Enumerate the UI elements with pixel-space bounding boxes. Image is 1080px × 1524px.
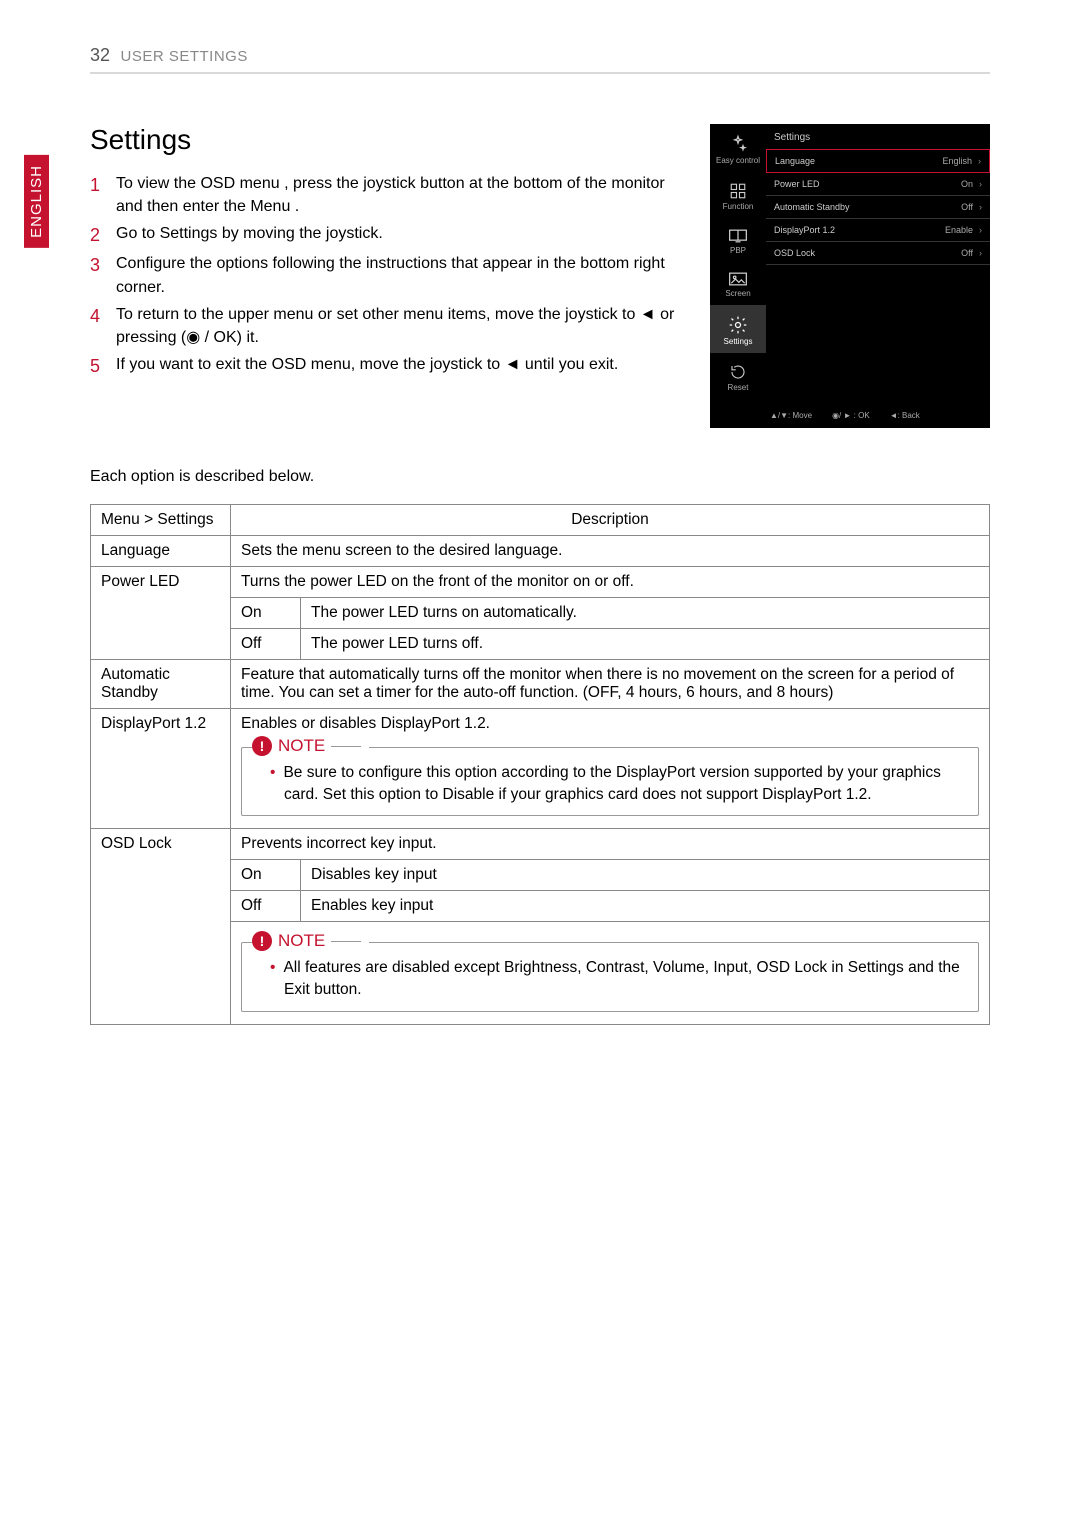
note-box: ! NOTE Be sure to configure this option … (241, 747, 979, 816)
grid-icon (729, 182, 747, 200)
osd-row-osd-lock[interactable]: OSD Lock Off› (766, 242, 990, 265)
chevron-right-icon: › (979, 248, 982, 258)
note-body: All features are disabled except Brightn… (260, 957, 966, 1000)
osd-row-power-led[interactable]: Power LED On› (766, 173, 990, 196)
osd-tab-settings[interactable]: Settings (710, 305, 766, 353)
note-title: NOTE (278, 736, 325, 756)
osd-tab-reset[interactable]: Reset (710, 353, 766, 399)
row-label: OSD Lock (91, 829, 231, 1024)
chevron-right-icon: › (979, 225, 982, 235)
row-desc: Sets the menu screen to the desired lang… (231, 536, 990, 567)
gear-icon (728, 315, 748, 335)
step-text: If you want to exit the OSD menu, move t… (116, 353, 618, 379)
row-label: Automatic Standby (91, 660, 231, 709)
osd-tab-screen[interactable]: Screen (710, 261, 766, 305)
settings-table: Menu > Settings Description Language Set… (90, 504, 990, 1025)
sub-desc: Disables key input (301, 860, 990, 891)
osd-tab-pbp[interactable]: PBP (710, 218, 766, 262)
osd-tab-function[interactable]: Function (710, 172, 766, 218)
footer-ok: ◉/ ► : OK (832, 411, 870, 420)
page-number: 32 (90, 45, 110, 66)
table-header-desc: Description (231, 505, 990, 536)
note-body: Be sure to configure this option accordi… (260, 762, 966, 805)
row-desc: Prevents incorrect key input. (231, 829, 990, 860)
sub-desc: The power LED turns off. (301, 629, 990, 660)
osd-title: Settings (766, 128, 990, 149)
note-title: NOTE (278, 931, 325, 951)
osd-row-auto-standby[interactable]: Automatic Standby Off› (766, 196, 990, 219)
osd-row-displayport[interactable]: DisplayPort 1.2 Enable› (766, 219, 990, 242)
alert-icon: ! (252, 736, 272, 756)
reset-icon (729, 363, 747, 381)
section-name: USER SETTINGS (120, 48, 247, 65)
page-header: 32 USER SETTINGS (90, 45, 990, 74)
osd-sidebar: Easy control Function PBP Screen (710, 124, 766, 405)
sub-desc: Enables key input (301, 891, 990, 922)
step-text: Configure the options following the inst… (116, 252, 682, 298)
row-label: Language (91, 536, 231, 567)
sparkle-icon (728, 134, 748, 154)
page-title: Settings (90, 124, 682, 156)
osd-footer: ▲/▼: Move ◉/ ► : OK ◄: Back (710, 405, 990, 428)
step-list: To view the OSD menu , press the joystic… (90, 172, 682, 379)
osd-row-language[interactable]: Language English› (766, 149, 990, 173)
row-label: Power LED (91, 567, 231, 660)
row-desc: Enables or disables DisplayPort 1.2. ! N… (231, 709, 990, 829)
sub-label: Off (231, 891, 301, 922)
step-text: To return to the upper menu or set other… (116, 303, 682, 349)
picture-icon (728, 271, 748, 287)
chevron-right-icon: › (979, 202, 982, 212)
row-desc: Feature that automatically turns off the… (231, 660, 990, 709)
row-desc: Turns the power LED on the front of the … (231, 567, 990, 598)
sub-description: Each option is described below. (90, 468, 990, 486)
chevron-right-icon: › (978, 156, 981, 166)
osd-panel: Easy control Function PBP Screen (710, 124, 990, 428)
row-label: DisplayPort 1.2 (91, 709, 231, 829)
sub-label: On (231, 598, 301, 629)
step-text: To view the OSD menu , press the joystic… (116, 172, 682, 218)
row-note: ! NOTE All features are disabled except … (231, 922, 990, 1024)
table-header-menu: Menu > Settings (91, 505, 231, 536)
alert-icon: ! (252, 931, 272, 951)
pbp-icon (728, 228, 748, 244)
footer-move: ▲/▼: Move (770, 411, 812, 420)
sub-label: Off (231, 629, 301, 660)
language-tab: ENGLISH (24, 155, 49, 248)
chevron-right-icon: › (979, 179, 982, 189)
osd-tab-easy-control[interactable]: Easy control (710, 124, 766, 172)
sub-desc: The power LED turns on automatically. (301, 598, 990, 629)
sub-label: On (231, 860, 301, 891)
step-text: Go to Settings by moving the joystick. (116, 222, 383, 248)
footer-back: ◄: Back (890, 411, 920, 420)
note-box: ! NOTE All features are disabled except … (241, 942, 979, 1011)
osd-main: Settings Language English› Power LED On›… (766, 124, 990, 405)
